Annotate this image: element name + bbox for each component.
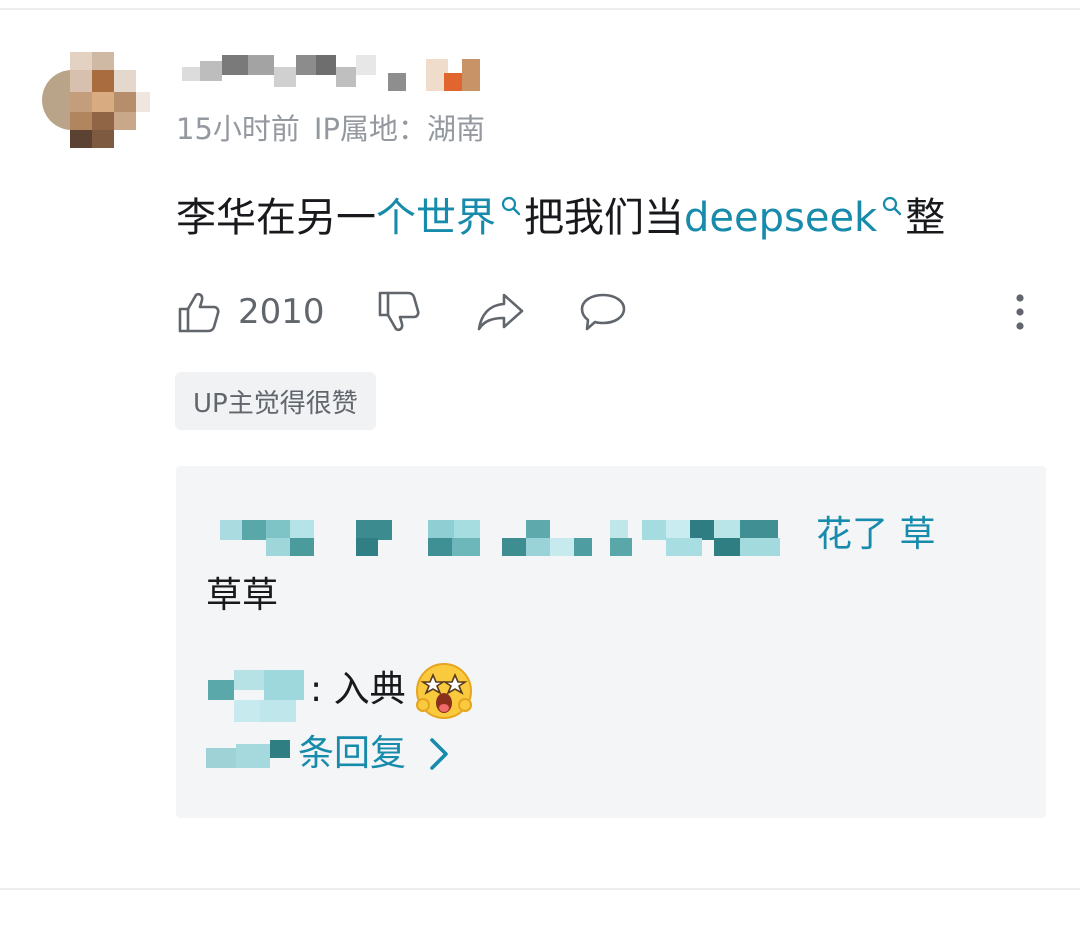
comment-text-part1: 李华在另一 <box>176 195 376 241</box>
thumb-down-icon <box>378 291 420 332</box>
keyword-link-deepseek[interactable]: deepseek <box>684 195 905 241</box>
comment-time: 15小时前 <box>176 112 300 146</box>
keyword-link-world[interactable]: 个世界 <box>376 195 524 241</box>
comment-text: 李华在另一个世界 把我们当deepseek 整 <box>176 190 945 246</box>
reply-button[interactable] <box>578 286 628 338</box>
reply-preview-box[interactable]: 花了 草 草草 : 入典 条回复 <box>176 466 1046 818</box>
more-options-button[interactable] <box>1008 286 1032 338</box>
share-icon <box>477 293 524 331</box>
thumb-up-icon <box>178 292 220 333</box>
bottom-divider <box>0 888 1080 890</box>
comment-text-part2: 把我们当 <box>524 195 684 241</box>
dislike-button[interactable] <box>376 286 422 338</box>
username[interactable] <box>182 55 502 93</box>
more-vertical-icon <box>1016 294 1024 330</box>
blurred-reply-username <box>206 666 316 726</box>
keyword-link-world-label: 个世界 <box>376 195 496 241</box>
comment-icon <box>580 293 626 331</box>
comment-actions: 2010 <box>176 286 1046 338</box>
ip-location: IP属地：湖南 <box>313 112 485 146</box>
reply-1-text: 花了 草 <box>816 511 935 559</box>
like-button[interactable]: 2010 <box>176 286 325 338</box>
top-divider <box>0 8 1080 10</box>
like-count: 2010 <box>238 292 325 332</box>
chevron-right-icon <box>430 738 448 770</box>
reply-2-text-label: : 入典 <box>310 669 406 710</box>
blurred-reply-text <box>206 516 806 556</box>
comment-text-part3: 整 <box>905 195 946 241</box>
keyword-link-deepseek-label: deepseek <box>684 195 878 241</box>
search-icon <box>501 196 521 216</box>
search-icon <box>883 196 902 216</box>
up-liked-badge: UP主觉得很赞 <box>175 372 376 430</box>
comment-meta: 15小时前 IP属地：湖南 <box>176 106 485 148</box>
reply-2-text: : 入典 <box>310 661 474 721</box>
share-button[interactable] <box>476 286 526 338</box>
reply-1-continuation: 草草 <box>206 575 279 616</box>
view-all-replies-label: 条回复 <box>298 733 407 774</box>
blurred-reply-count <box>206 736 296 772</box>
reply-1-text-tail: 花了 草 <box>816 514 936 555</box>
star-eyes-emoji <box>415 663 472 719</box>
view-all-replies-link[interactable]: 条回复 <box>298 730 456 778</box>
avatar[interactable] <box>40 52 152 148</box>
